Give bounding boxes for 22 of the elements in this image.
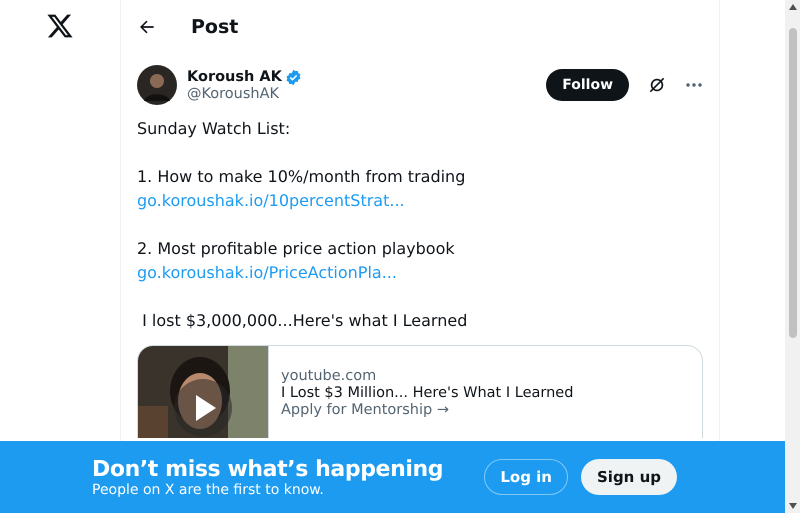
- grok-icon[interactable]: [647, 75, 667, 95]
- scroll-down-icon[interactable]: [788, 503, 796, 509]
- banner-subtitle: People on X are the first to know.: [92, 482, 325, 498]
- more-icon[interactable]: [685, 82, 703, 88]
- page-title: Post: [191, 16, 238, 38]
- signup-button[interactable]: Sign up: [581, 459, 677, 495]
- scroll-up-icon[interactable]: [788, 4, 796, 10]
- card-description: Apply for Mentorship →: [281, 402, 450, 418]
- avatar[interactable]: [137, 65, 177, 105]
- post-text: 2. Most profitable price action playbook: [137, 238, 456, 260]
- post-text: Sunday Watch List:: [137, 118, 292, 140]
- banner-title: Don’t miss what’s happening: [92, 456, 444, 482]
- author-handle[interactable]: @KoroushAK: [187, 86, 536, 102]
- card-title: I Lost $3 Million... Here's What I Learned: [281, 385, 574, 401]
- author-name[interactable]: Koroush AK: [187, 69, 282, 85]
- follow-button[interactable]: Follow: [546, 69, 629, 101]
- x-logo-icon[interactable]: [46, 12, 74, 40]
- scrollbar-thumb[interactable]: [788, 28, 796, 338]
- play-icon[interactable]: [173, 378, 233, 438]
- post-text: 1. How to make 10%/month from trading: [137, 166, 466, 188]
- post-text: I lost $3,000,000...Here's what I Learned: [141, 310, 468, 332]
- card-domain: youtube.com: [281, 368, 378, 384]
